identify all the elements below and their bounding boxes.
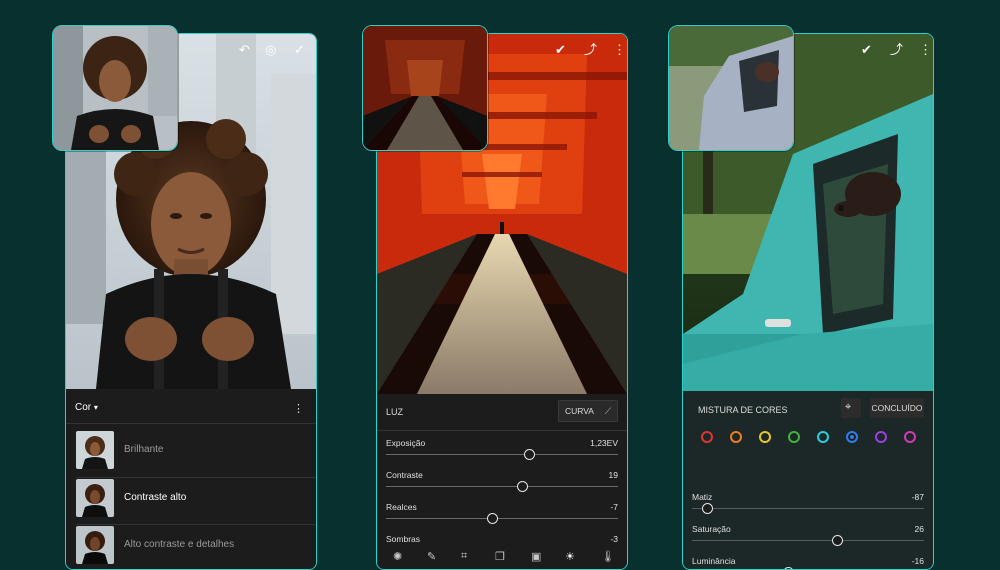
slider-hue[interactable]: Matiz -87 [692,492,924,522]
slider-track[interactable] [692,540,924,541]
slider-label: Saturação [692,524,731,534]
section-title: LUZ [386,407,404,417]
preset-category-dropdown[interactable]: Cor ▾ [75,402,98,413]
divider [66,423,316,424]
preset-thumbnail [76,431,114,469]
heal-icon[interactable]: ◎ [265,43,276,56]
layers-icon[interactable]: ❐ [495,550,505,563]
slider-value: 26 [914,524,924,534]
share-icon[interactable]: ⤴ [890,43,903,56]
target-icon: ⌖ [845,401,852,413]
preset-label: Brilhante [124,444,164,455]
slider-track[interactable] [386,454,618,455]
share-icon[interactable]: ⤴ [584,43,597,56]
slider-label: Matiz [692,492,713,502]
presets-icon[interactable]: ✺ [393,550,402,563]
preset-thumbnail [76,526,114,564]
color-dot-purple[interactable] [875,431,887,443]
slider-track[interactable] [386,486,618,487]
edit-toolbar: ✺ ✎ ⌗ ❐ ▣ ☀ 🌡 [377,547,627,569]
color-dot-green[interactable] [788,431,800,443]
temperature-icon[interactable]: 🌡 [601,550,615,563]
slider-label: Exposição [386,438,426,448]
slider-saturation[interactable]: Saturação 26 [692,524,924,554]
color-dot-red[interactable] [701,431,713,443]
crop-icon[interactable]: ⌗ [461,550,467,563]
curve-icon: ⟋ [604,406,611,416]
preset-item-contraste-alto[interactable]: Contraste alto [76,479,316,517]
more-icon[interactable]: ⋮ [293,402,304,415]
slider-handle[interactable] [702,503,714,514]
color-dot-magenta[interactable] [904,431,916,443]
portrait-before-thumbnail [52,25,178,151]
torii-before-thumbnail [362,25,488,151]
divider [76,524,316,525]
done-button[interactable]: CONCLUÍDO [870,398,924,418]
preset-item-alto-contraste-e-detalhes[interactable]: Alto contraste e detalhes [76,526,316,564]
check-circle-icon[interactable]: ✔ [861,43,872,56]
target-adjust-button[interactable]: ⌖ [841,398,861,418]
preset-label: Contraste alto [124,492,187,503]
color-dot-aqua[interactable] [817,431,829,443]
preset-thumbnail [76,479,114,517]
brush-icon[interactable]: ✎ [427,550,436,563]
slider-contrast[interactable]: Contraste 19 [386,470,618,500]
slider-luminance[interactable]: Luminância -16 [692,556,924,569]
light-panel: LUZ CURVA ⟋ Exposição 1,23EV Contraste 1… [377,394,627,569]
slider-value: -16 [911,556,924,566]
chevron-down-icon: ▾ [93,403,98,412]
more-icon[interactable]: ⋮ [613,43,626,56]
preset-label: Alto contraste e detalhes [124,539,235,550]
slider-value: -87 [911,492,924,502]
divider [76,477,316,478]
slider-value: 19 [608,470,618,480]
divider [377,430,627,431]
color-mix-panel: MISTURA DE CORES ⌖ CONCLUÍDO Matiz -87 S… [683,391,933,569]
check-circle-icon[interactable]: ✔ [555,43,566,56]
color-dot-blue[interactable] [846,431,858,443]
truck-before-thumbnail [668,25,794,151]
slider-value: -3 [610,534,618,544]
curve-button[interactable]: CURVA ⟋ [558,400,618,422]
slider-handle[interactable] [523,449,535,460]
slider-value: -7 [610,502,618,512]
slider-track[interactable] [692,508,924,509]
slider-label: Realces [386,502,417,512]
slider-track[interactable] [386,518,618,519]
slider-handle[interactable] [832,535,844,546]
slider-handle[interactable] [516,481,528,492]
curve-button-label: CURVA [565,406,594,416]
preset-item-brilhante[interactable]: Brilhante [76,431,316,469]
slider-label: Sombras [386,534,421,544]
image-icon[interactable]: ▣ [531,550,541,563]
slider-label: Contraste [386,470,423,480]
presets-panel: Cor ▾ ⋮ Brilhante Contraste alto Alto co… [66,389,316,569]
slider-value: 1,23EV [590,438,618,448]
more-icon[interactable]: ⋮ [919,43,932,56]
slider-exposure[interactable]: Exposição 1,23EV [386,438,618,468]
undo-icon[interactable]: ↶ [239,43,250,56]
check-icon[interactable]: ✓ [294,43,305,56]
preset-category-label: Cor [75,402,92,413]
slider-highlights[interactable]: Realces -7 [386,502,618,532]
section-title: MISTURA DE CORES [698,405,788,415]
slider-label: Luminância [692,556,736,566]
light-icon[interactable]: ☀ [565,550,575,563]
color-dot-orange[interactable] [730,431,742,443]
color-dot-yellow[interactable] [759,431,771,443]
slider-handle[interactable] [486,513,498,524]
